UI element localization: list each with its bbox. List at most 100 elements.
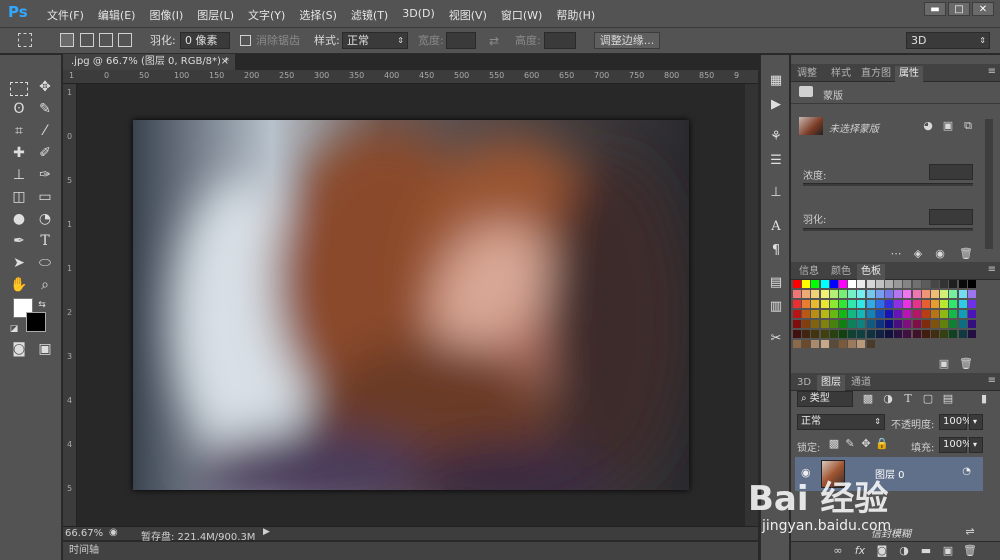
color-swatch[interactable]	[848, 330, 857, 338]
color-swatch[interactable]	[949, 290, 958, 298]
color-swatch[interactable]	[848, 280, 857, 288]
color-swatch[interactable]	[949, 280, 958, 288]
default-colors-icon[interactable]: ◪	[8, 319, 20, 339]
menu-help[interactable]: 帮助(H)	[549, 7, 602, 23]
color-swatch[interactable]	[885, 310, 893, 318]
color-swatch[interactable]	[894, 300, 903, 308]
color-swatch[interactable]	[949, 330, 958, 338]
color-swatch[interactable]	[931, 320, 939, 328]
tab-histogram[interactable]: 直方图	[857, 66, 895, 82]
color-swatch[interactable]	[958, 290, 967, 298]
color-swatch[interactable]	[875, 320, 884, 328]
eraser-tool-icon[interactable]: ◫	[8, 187, 30, 207]
density-slider[interactable]	[803, 183, 973, 186]
color-swatch[interactable]	[967, 280, 976, 288]
actions-play-icon[interactable]: ▶	[768, 97, 784, 113]
color-swatch[interactable]	[894, 280, 903, 288]
color-swatch[interactable]	[967, 310, 976, 318]
color-swatch[interactable]	[912, 280, 921, 288]
dodge-tool-icon[interactable]: ◔	[34, 209, 56, 229]
tab-3d[interactable]: 3D	[793, 375, 815, 391]
marquee-tool-icon[interactable]	[18, 33, 32, 47]
menu-3d[interactable]: 3D(D)	[395, 7, 442, 23]
color-swatch[interactable]	[885, 280, 893, 288]
feather-panel-input[interactable]	[929, 209, 973, 225]
layer-row[interactable]: ◉ 图层 0 ◔	[795, 457, 983, 491]
history-brush-icon[interactable]: ✑	[34, 165, 56, 185]
color-swatch[interactable]	[829, 340, 838, 348]
color-swatch[interactable]	[866, 300, 875, 308]
layer-filter-select[interactable]: ⌕ 类型	[797, 391, 853, 407]
type-tool-icon[interactable]: T	[34, 231, 56, 251]
color-swatch[interactable]	[802, 300, 811, 308]
pixel-mask-icon[interactable]: ◕	[921, 119, 935, 133]
color-swatch[interactable]	[793, 280, 801, 288]
color-swatch[interactable]	[839, 310, 847, 318]
color-swatch[interactable]	[875, 300, 884, 308]
fill-input[interactable]: 100%	[939, 437, 972, 453]
disable-mask-icon[interactable]: ◉	[933, 247, 947, 261]
color-swatch[interactable]	[912, 300, 921, 308]
color-swatch[interactable]	[894, 330, 903, 338]
color-swatch[interactable]	[839, 320, 847, 328]
close-button[interactable]: ✕	[972, 2, 994, 16]
layer-name[interactable]: 图层 0	[875, 466, 905, 481]
clone-stamp-icon[interactable]: ⊥	[8, 165, 30, 185]
antialias-checkbox[interactable]	[240, 35, 251, 46]
tab-properties[interactable]: 属性	[895, 66, 923, 82]
color-swatch[interactable]	[949, 300, 958, 308]
crop-tool-icon[interactable]: ⌗	[8, 121, 30, 141]
swap-icon[interactable]: ⇄	[489, 33, 499, 49]
add-selection-icon[interactable]	[80, 33, 94, 47]
color-swatch[interactable]	[839, 280, 847, 288]
brush-tool-icon[interactable]: ✐	[34, 143, 56, 163]
color-swatch[interactable]	[848, 340, 857, 348]
layer-style-icon[interactable]: fx	[853, 544, 867, 558]
notes-icon[interactable]: ▤	[768, 275, 784, 291]
color-swatch[interactable]	[802, 330, 811, 338]
color-swatch[interactable]	[839, 300, 847, 308]
color-swatch[interactable]	[811, 320, 820, 328]
menu-window[interactable]: 窗口(W)	[494, 7, 549, 23]
add-mask-icon[interactable]: ◙	[875, 544, 889, 558]
eyedropper-tool-icon[interactable]: ⁄	[34, 121, 56, 141]
color-swatch[interactable]	[793, 300, 801, 308]
color-swatch[interactable]	[793, 290, 801, 298]
visibility-eye-icon[interactable]: ◉	[801, 466, 811, 479]
filter-shape-icon[interactable]: ▢	[921, 392, 935, 406]
color-swatch[interactable]	[829, 280, 838, 288]
height-input[interactable]	[544, 32, 576, 49]
color-swatch[interactable]	[885, 320, 893, 328]
tab-styles[interactable]: 样式	[827, 66, 855, 82]
menu-view[interactable]: 视图(V)	[442, 7, 494, 23]
new-layer-icon[interactable]: ▣	[941, 544, 955, 558]
filter-pixel-icon[interactable]: ▩	[861, 392, 875, 406]
swap-colors-icon[interactable]: ⇆	[36, 295, 48, 315]
color-swatch[interactable]	[949, 310, 958, 318]
color-swatch[interactable]	[857, 300, 866, 308]
canvas-area[interactable]	[77, 84, 758, 526]
color-swatch[interactable]	[820, 340, 829, 348]
color-swatch[interactable]	[811, 340, 820, 348]
add-pixel-mask-icon[interactable]: ▣	[941, 119, 955, 133]
workspace-select[interactable]: 3D ⇕	[906, 32, 990, 49]
color-swatch[interactable]	[848, 300, 857, 308]
color-swatch[interactable]	[931, 330, 939, 338]
apply-mask-icon[interactable]: ◈	[911, 247, 925, 261]
color-swatch[interactable]	[802, 280, 811, 288]
color-swatch[interactable]	[793, 330, 801, 338]
color-swatch[interactable]	[811, 330, 820, 338]
color-swatch[interactable]	[857, 290, 866, 298]
color-swatch[interactable]	[940, 280, 949, 288]
color-swatch[interactable]	[875, 330, 884, 338]
menu-type[interactable]: 文字(Y)	[241, 7, 292, 23]
color-swatch[interactable]	[820, 310, 829, 318]
color-swatch[interactable]	[829, 300, 838, 308]
pen-tool-icon[interactable]: ✒	[8, 231, 30, 251]
maximize-button[interactable]: □	[948, 2, 970, 16]
lock-position-icon[interactable]: ✥	[859, 437, 873, 451]
color-swatch[interactable]	[866, 320, 875, 328]
feather-slider[interactable]	[803, 228, 973, 231]
color-swatch[interactable]	[912, 320, 921, 328]
tab-channels[interactable]: 通道	[847, 375, 875, 391]
